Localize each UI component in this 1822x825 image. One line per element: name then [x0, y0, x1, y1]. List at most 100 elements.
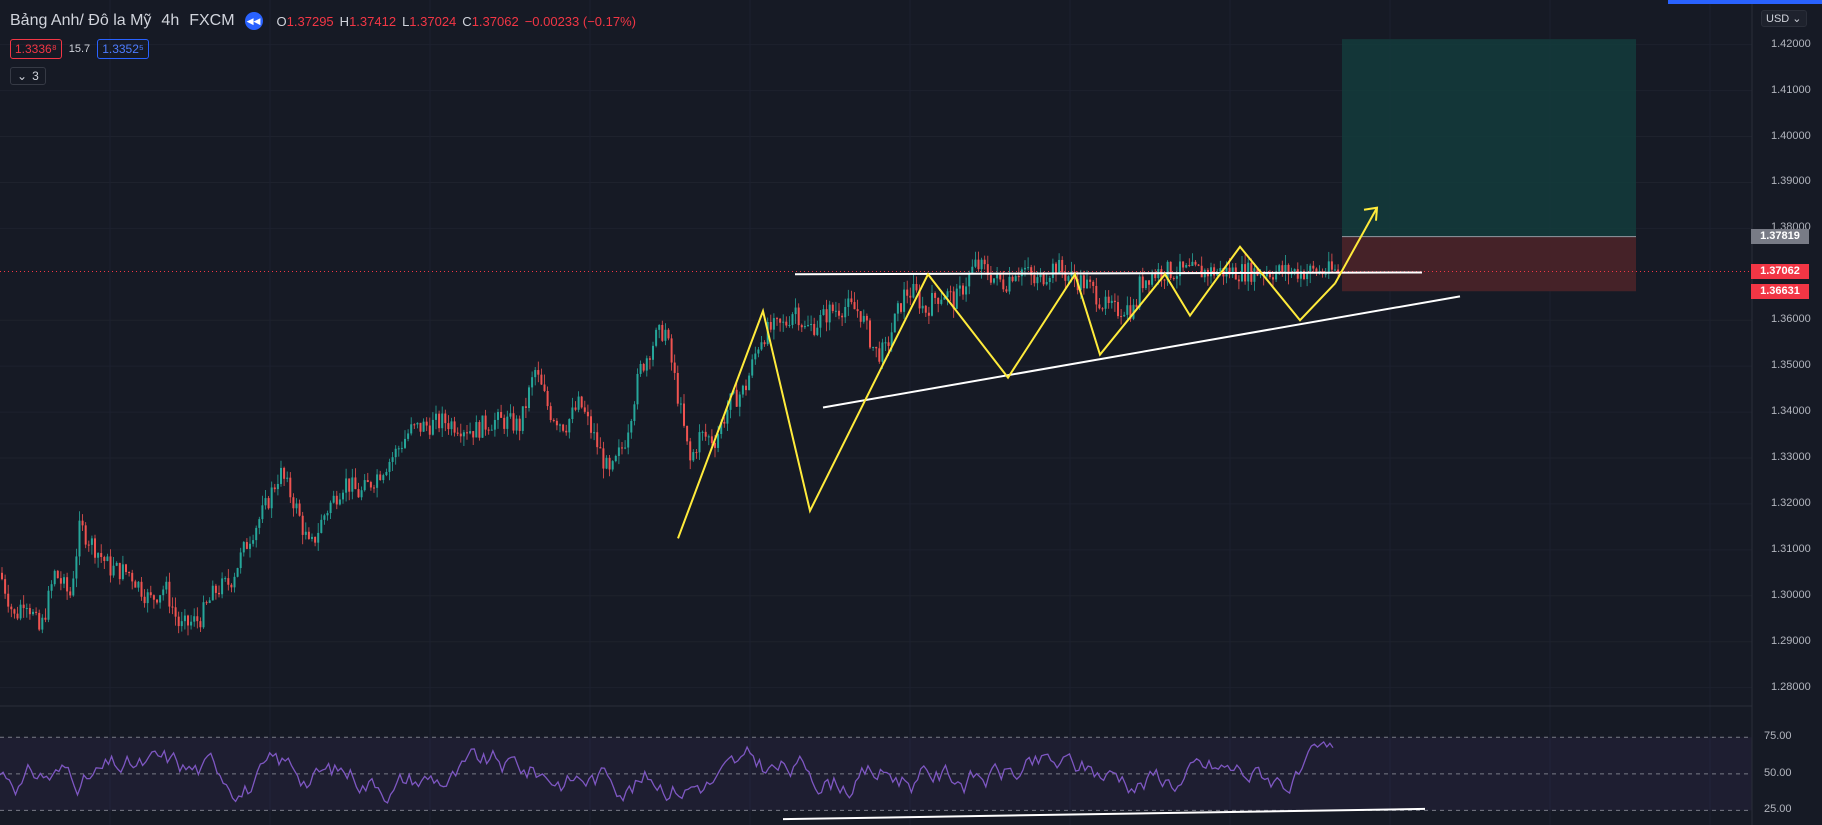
candle-body — [993, 278, 995, 283]
symbol-header[interactable]: Bảng Anh/ Đô la Mỹ 4h FXCM ◀◀ O1.37295 H… — [10, 12, 636, 30]
candle-body — [25, 608, 28, 610]
candle-body — [797, 307, 800, 326]
candle-body — [779, 318, 782, 323]
candle-body — [648, 358, 651, 360]
candle-body — [168, 581, 171, 607]
candle-body — [949, 291, 952, 293]
candle-body — [134, 581, 137, 588]
candle-body — [658, 324, 661, 330]
candle-body — [1172, 278, 1175, 280]
candle-body — [549, 406, 552, 420]
candle-body — [345, 478, 348, 493]
rewind-icon[interactable]: ◀◀ — [244, 12, 263, 30]
candle-body — [422, 421, 425, 432]
candle-body — [97, 553, 100, 558]
candle-body — [159, 595, 162, 603]
currency-selector[interactable]: USD ⌄ — [1761, 10, 1807, 27]
candle-body — [1197, 264, 1200, 266]
candle-body — [1, 572, 3, 580]
candle-body — [441, 413, 444, 429]
price-tag[interactable]: 1.37062 — [1751, 263, 1809, 279]
rsi-axis-label: 75.00 — [1764, 730, 1792, 743]
candle-body — [484, 415, 487, 430]
candle-body — [326, 513, 329, 516]
candle-body — [22, 604, 25, 609]
candle-body — [893, 313, 896, 333]
candle-body — [255, 527, 258, 541]
candle-body — [109, 556, 112, 576]
candle-body — [608, 457, 611, 470]
candle-body — [19, 604, 22, 619]
candle-body — [323, 515, 326, 520]
candle-body — [59, 578, 62, 584]
candle-body — [425, 421, 428, 426]
candle-body — [236, 568, 239, 577]
candle-body — [335, 495, 338, 505]
candle-body — [614, 455, 617, 462]
candle-body — [977, 259, 980, 270]
candle-body — [1113, 300, 1116, 303]
position-zones[interactable] — [1342, 39, 1636, 292]
candle-body — [772, 318, 775, 330]
candle-body — [428, 425, 431, 435]
candle-body — [63, 577, 65, 584]
price-axis-label: 1.35000 — [1771, 359, 1811, 372]
candle-body — [1101, 308, 1104, 310]
candle-body — [1200, 265, 1203, 278]
candle-body — [965, 286, 968, 295]
candle-body — [286, 477, 289, 479]
candle-body — [1194, 261, 1197, 265]
candle-body — [701, 431, 704, 433]
candle-body — [710, 436, 713, 443]
sell-button[interactable]: 1.3336⁸ — [10, 39, 62, 59]
candle-body — [1117, 302, 1119, 317]
candle-body — [1272, 277, 1274, 280]
candle-body — [1008, 276, 1011, 292]
candle-body — [825, 309, 828, 323]
candle-body — [1042, 272, 1045, 285]
candle-body — [152, 595, 155, 600]
price-tag[interactable]: 1.36631 — [1751, 283, 1809, 299]
symbol-name[interactable]: Bảng Anh/ Đô la Mỹ — [10, 12, 151, 30]
candle-body — [887, 342, 890, 346]
candle-body — [1138, 276, 1141, 308]
candle-body — [404, 438, 406, 448]
candle-body — [856, 309, 859, 312]
candle-body — [906, 289, 909, 296]
candle-body — [673, 362, 676, 373]
candle-body — [1086, 279, 1088, 289]
candle-body — [304, 531, 307, 535]
candle-body — [317, 532, 320, 543]
candle-body — [196, 616, 199, 622]
candle-body — [872, 346, 875, 348]
buy-button[interactable]: 1.3352⁵ — [97, 39, 149, 59]
candle-body — [1324, 273, 1327, 275]
candle-body — [444, 413, 447, 424]
candle-body — [602, 448, 605, 469]
candle-body — [162, 589, 165, 596]
timeframe-label[interactable]: 4h — [161, 12, 179, 30]
price-axis-label: 1.36000 — [1771, 313, 1811, 326]
candle-body — [574, 407, 577, 410]
rsi-axis-label: 50.00 — [1764, 766, 1792, 779]
candle-body — [593, 432, 596, 434]
price-chart[interactable] — [0, 0, 1822, 825]
candle-body — [834, 310, 837, 312]
candle-body — [382, 475, 385, 481]
candle-body — [224, 578, 227, 580]
price-axis-label: 1.31000 — [1771, 542, 1811, 555]
candle-body — [10, 606, 13, 610]
candle-body — [760, 342, 763, 350]
indicators-toggle[interactable]: ⌄ 3 — [10, 67, 46, 85]
candle-body — [459, 433, 462, 437]
candle-body — [125, 564, 127, 573]
candle-body — [1312, 265, 1315, 269]
candle-body — [1169, 261, 1172, 279]
candle-body — [1185, 265, 1188, 268]
candle-body — [366, 480, 369, 483]
candle-body — [100, 553, 103, 558]
candle-body — [552, 419, 555, 421]
price-tag[interactable]: 1.37819 — [1751, 229, 1809, 245]
candle-body — [875, 346, 878, 349]
candle-body — [1095, 285, 1098, 305]
